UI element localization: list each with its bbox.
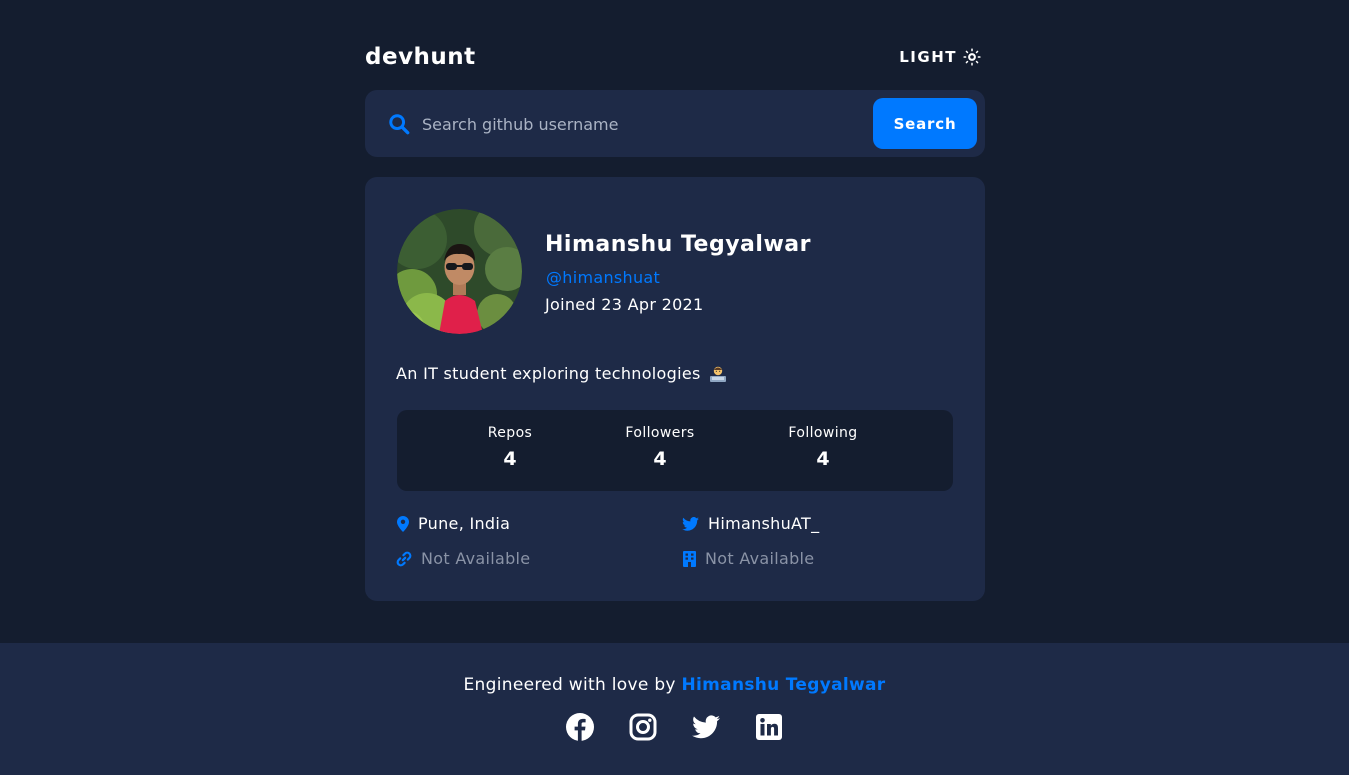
profile-name: Himanshu Tegyalwar: [545, 232, 811, 257]
stats-panel: Repos 4 Followers 4 Following 4: [397, 410, 953, 491]
social-links: [566, 713, 783, 741]
info-blog: Not Available: [396, 549, 530, 568]
stat-repos: Repos 4: [484, 425, 536, 470]
profile-card: Himanshu Tegyalwar @himanshuat Joined 23…: [365, 177, 985, 601]
twitter-handle: HimanshuAT_: [708, 514, 820, 533]
stat-label: Followers: [625, 425, 695, 441]
header: devhunt LIGHT: [365, 40, 985, 74]
stat-label: Following: [788, 425, 858, 441]
bio-text: An IT student exploring technologies: [396, 364, 701, 383]
stat-label: Repos: [487, 425, 533, 441]
profile-bio: An IT student exploring technologies: [396, 364, 727, 383]
stat-value: 4: [816, 448, 830, 470]
stat-following: Following 4: [783, 425, 863, 470]
search-input[interactable]: [422, 107, 862, 141]
footer-text: Engineered with love by: [463, 675, 676, 695]
profile-login-link[interactable]: @himanshuat: [546, 268, 660, 287]
stat-followers: Followers 4: [620, 425, 700, 470]
info-twitter[interactable]: HimanshuAT_: [682, 514, 819, 533]
theme-toggle-label: LIGHT: [899, 48, 957, 66]
search-button[interactable]: Search: [873, 98, 977, 149]
instagram-icon[interactable]: [629, 713, 657, 741]
search-icon: [388, 113, 410, 139]
technologist-emoji-icon: [709, 365, 727, 383]
building-icon: [683, 550, 696, 567]
footer-credit: Engineered with love by Himanshu Tegyalw…: [0, 675, 1349, 695]
twitter-icon[interactable]: [692, 713, 720, 741]
linkedin-icon[interactable]: [755, 713, 783, 741]
info-company: Not Available: [683, 549, 814, 568]
sun-icon: [963, 48, 981, 66]
location-text: Pune, India: [418, 514, 511, 533]
blog-text: Not Available: [421, 549, 531, 568]
avatar: [397, 209, 522, 334]
info-location: Pune, India: [397, 514, 510, 533]
search-bar: Search: [365, 90, 985, 157]
link-icon: [396, 551, 412, 567]
joined-date: Joined 23 Apr 2021: [545, 295, 704, 314]
company-text: Not Available: [705, 549, 815, 568]
theme-toggle-button[interactable]: LIGHT: [899, 48, 981, 66]
footer-author-link[interactable]: Himanshu Tegyalwar: [682, 675, 886, 695]
stat-value: 4: [503, 448, 517, 470]
footer: Engineered with love by Himanshu Tegyalw…: [0, 643, 1349, 775]
map-pin-icon: [397, 515, 409, 532]
page: devhunt LIGHT Search github username Sea…: [0, 0, 1349, 775]
twitter-icon: [682, 516, 699, 531]
stat-value: 4: [653, 448, 667, 470]
facebook-icon[interactable]: [566, 713, 594, 741]
brand-logo[interactable]: devhunt: [365, 44, 476, 70]
